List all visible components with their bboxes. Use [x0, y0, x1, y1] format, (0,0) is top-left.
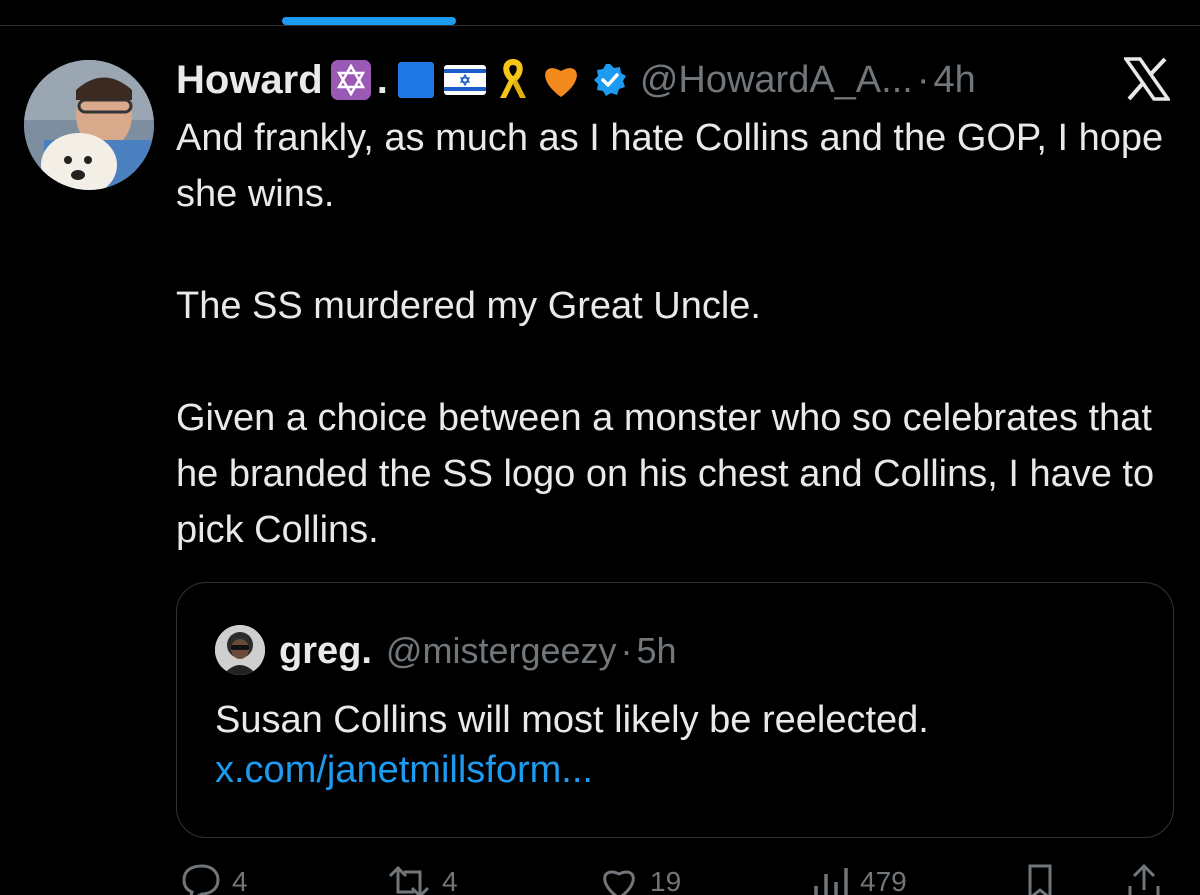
repost-count: 4 — [442, 866, 458, 895]
views-icon — [814, 868, 848, 895]
repost-icon — [388, 865, 430, 895]
repost-button[interactable]: 4 — [384, 862, 458, 895]
tweet-paragraph: Given a choice between a monster who so … — [176, 397, 1155, 551]
tweet-header: Howard . @HowardA_A... · 4h — [176, 52, 1186, 108]
share-button[interactable] — [1124, 862, 1164, 895]
heart-icon — [603, 870, 635, 895]
like-button[interactable]: 19 — [596, 862, 681, 895]
active-tab-indicator — [282, 17, 456, 25]
blue-square-icon — [396, 60, 436, 100]
quoted-author-avatar — [215, 625, 265, 675]
author-avatar[interactable] — [24, 60, 154, 190]
quoted-time-separator: · — [620, 630, 633, 671]
bookmark-button[interactable] — [1020, 862, 1060, 895]
x-logo-icon[interactable] — [1122, 57, 1172, 106]
share-icon — [1128, 863, 1160, 895]
like-count: 19 — [650, 866, 682, 895]
israel-flag-icon — [443, 65, 486, 95]
bookmark-icon — [1028, 864, 1052, 895]
quoted-tweet-time: 5h — [636, 630, 677, 671]
name-dot: . — [376, 57, 388, 102]
reply-button[interactable]: 4 — [178, 862, 248, 895]
quoted-tweet-link[interactable]: x.com/janetmillsform... — [215, 743, 593, 797]
views-button[interactable]: 479 — [808, 862, 907, 895]
verified-badge-icon — [592, 62, 628, 98]
views-count: 479 — [860, 866, 907, 895]
author-display-name[interactable]: Howard — [176, 58, 323, 103]
tweet-detail-view: Howard . @HowardA_A... · 4h And frankly,… — [0, 0, 1200, 895]
quoted-tweet-text: Susan Collins will most likely be reelec… — [215, 699, 929, 741]
tweet-action-bar: 4 4 19 479 — [0, 862, 1200, 895]
quoted-tweet-header: greg. @mistergeezy · 5h — [279, 623, 677, 679]
author-handle[interactable]: @HowardA_A... — [640, 59, 913, 102]
reply-count: 4 — [232, 866, 248, 895]
tweet-time[interactable]: 4h — [933, 59, 975, 102]
tweet-paragraph: And frankly, as much as I hate Collins a… — [176, 117, 1164, 215]
quoted-author-name: greg. — [279, 629, 372, 672]
orange-heart-icon — [540, 61, 582, 99]
tweet-paragraph: The SS murdered my Great Uncle. — [176, 285, 761, 327]
top-divider — [0, 25, 1200, 26]
star-of-david-icon — [330, 60, 371, 100]
quoted-author-handle: @mistergeezy — [385, 630, 617, 671]
yellow-ribbon-icon — [494, 58, 532, 102]
tweet-body: And frankly, as much as I hate Collins a… — [176, 110, 1176, 558]
quoted-tweet-card[interactable]: greg. @mistergeezy · 5h Susan Collins wi… — [176, 582, 1174, 838]
time-separator: · — [916, 58, 930, 101]
reply-icon — [182, 864, 220, 895]
